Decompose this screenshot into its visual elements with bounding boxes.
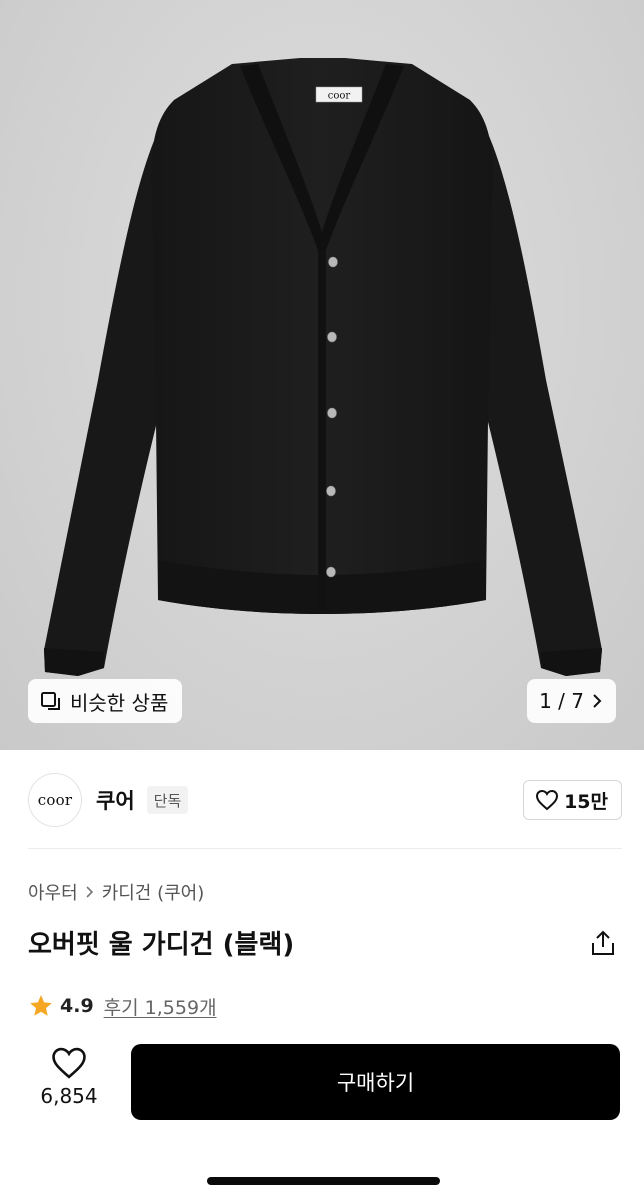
divider xyxy=(28,848,622,849)
heart-icon xyxy=(52,1047,86,1079)
buy-button-label: 구매하기 xyxy=(336,1071,415,1095)
chevron-right-icon xyxy=(593,694,602,708)
buy-button[interactable]: 구매하기 xyxy=(131,1044,620,1120)
brand-logo-text: coor xyxy=(37,791,73,809)
wishlist-count: 6,854 xyxy=(40,1084,98,1108)
review-count-link[interactable]: 후기 1,559개 xyxy=(104,993,217,1020)
image-pager[interactable]: 1 / 7 xyxy=(527,679,616,723)
product-image: coor xyxy=(44,58,602,676)
brand-like-button[interactable]: 15만 xyxy=(523,780,622,820)
rating-summary: 4.9 후기 1,559개 xyxy=(28,990,217,1022)
brand-like-count: 15만 xyxy=(564,790,608,813)
garment-label-text: coor xyxy=(328,91,351,102)
share-button[interactable] xyxy=(588,928,618,958)
breadcrumb-item-outer[interactable]: 아우터 xyxy=(28,879,78,905)
breadcrumb-item-cardigan[interactable]: 카디건 (쿠어) xyxy=(102,879,205,905)
star-icon xyxy=(30,995,52,1016)
share-icon xyxy=(592,930,614,955)
brand-logo[interactable]: coor xyxy=(28,773,82,827)
product-detail-page: coor 비슷한 상품 1 / 7 coor 쿠어 단독 15만 아우터 카디건… xyxy=(0,0,644,1200)
rating-score: 4.9 xyxy=(60,995,94,1017)
image-pager-text: 1 / 7 xyxy=(539,689,584,713)
breadcrumb: 아우터 카디건 (쿠어) xyxy=(28,878,204,906)
chevron-right-icon xyxy=(86,886,93,898)
heart-icon xyxy=(536,789,559,811)
similar-products-icon xyxy=(41,692,60,710)
brand-row: coor 쿠어 단독 15만 xyxy=(28,772,622,828)
exclusive-badge: 단독 xyxy=(146,786,189,814)
product-image-carousel[interactable]: coor 비슷한 상품 1 / 7 xyxy=(0,0,644,750)
brand-name[interactable]: 쿠어 xyxy=(96,785,135,815)
similar-products-label: 비슷한 상품 xyxy=(70,690,169,715)
product-title: 오버핏 울 가디건 (블랙) xyxy=(28,929,295,960)
home-indicator xyxy=(207,1177,440,1185)
wishlist-button[interactable]: 6,854 xyxy=(30,1046,108,1118)
similar-products-button[interactable]: 비슷한 상품 xyxy=(28,679,183,723)
